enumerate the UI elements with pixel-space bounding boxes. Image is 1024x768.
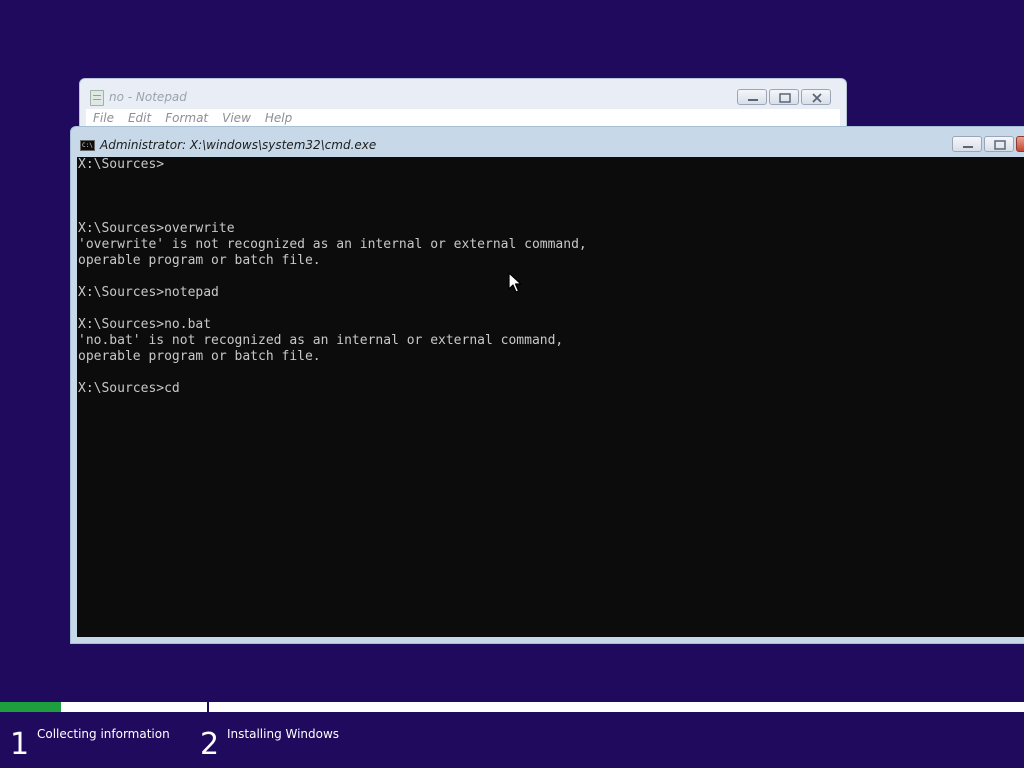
cmd-window[interactable]: C:\ Administrator: X:\windows\system32\c… (70, 126, 1024, 644)
console-line: operable program or batch file. (78, 253, 321, 268)
minimize-icon[interactable] (952, 136, 982, 152)
menu-file[interactable]: File (93, 109, 114, 127)
console-line: X:\Sources> (78, 157, 165, 172)
menu-help[interactable]: Help (265, 109, 292, 127)
console-line: X:\Sources>notepad (78, 285, 219, 300)
notepad-titlebar[interactable]: no - Notepad (80, 79, 846, 109)
maximize-icon[interactable] (769, 89, 799, 105)
progress-step-divider (207, 700, 209, 714)
step-1-number: 1 (10, 727, 30, 762)
close-icon[interactable] (801, 89, 831, 105)
console-output[interactable]: X:\Sources> X:\Sources>overwrite 'overwr… (77, 157, 1024, 637)
notepad-title: no - Notepad (109, 90, 187, 104)
step-2-label: Installing Windows (227, 727, 340, 741)
menu-format[interactable]: Format (165, 109, 208, 127)
console-line: X:\Sources>overwrite (78, 221, 235, 236)
console-input-line[interactable]: X:\Sources>cd (78, 381, 1024, 397)
notepad-caption-buttons (737, 89, 831, 105)
notepad-menubar: File Edit Format View Help (86, 109, 840, 127)
setup-progress-fill (0, 702, 61, 712)
close-icon[interactable] (1016, 136, 1024, 152)
step-2-number: 2 (200, 727, 220, 762)
console-line: operable program or batch file. (78, 349, 321, 364)
console-line: X:\Sources>no.bat (78, 317, 212, 332)
menu-view[interactable]: View (222, 109, 251, 127)
menu-edit[interactable]: Edit (128, 109, 151, 127)
console-line: 'overwrite' is not recognized as an inte… (78, 237, 587, 252)
minimize-icon[interactable] (737, 89, 767, 105)
notepad-icon (90, 90, 104, 106)
cmd-caption-buttons (952, 136, 1024, 152)
cmd-titlebar[interactable]: C:\ Administrator: X:\windows\system32\c… (71, 127, 1024, 157)
mouse-pointer-icon (508, 272, 522, 298)
step-1-label: Collecting information (37, 727, 170, 741)
maximize-icon[interactable] (984, 136, 1014, 152)
cmd-title: Administrator: X:\windows\system32\cmd.e… (100, 138, 377, 152)
console-line: 'no.bat' is not recognized as an interna… (78, 333, 564, 348)
cmd-icon: C:\ (80, 140, 95, 151)
setup-progress-track (0, 702, 1024, 712)
